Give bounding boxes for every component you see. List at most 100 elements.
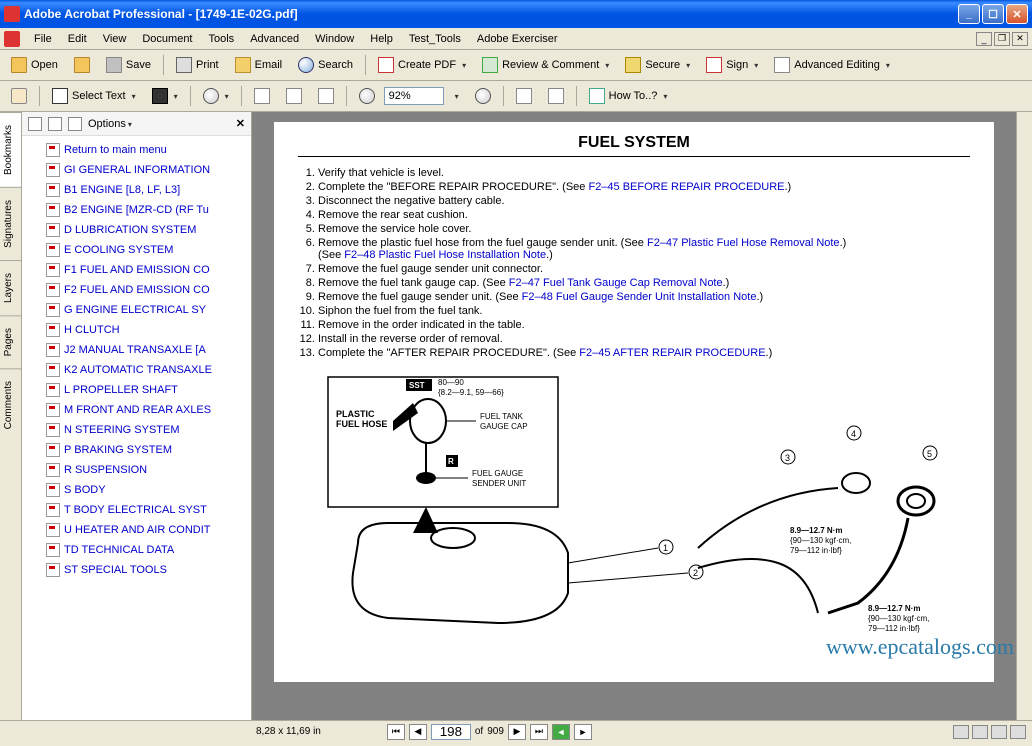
zoom-out-button[interactable] <box>352 84 382 108</box>
menu-tools[interactable]: Tools <box>201 31 243 47</box>
bookmark-item[interactable]: R SUSPENSION <box>22 460 251 480</box>
zoom-in-button[interactable] <box>196 84 236 108</box>
secure-button[interactable]: Secure <box>618 53 697 77</box>
next-page-button[interactable]: ▶ <box>508 724 526 740</box>
bookmark-item[interactable]: D LUBRICATION SYSTEM <box>22 220 251 240</box>
snapshot-button[interactable] <box>145 84 185 108</box>
select-text-button[interactable]: Select Text <box>45 84 143 108</box>
cross-reference-link[interactable]: F2–48 Plastic Fuel Hose Installation Not… <box>344 249 546 261</box>
side-tab-comments[interactable]: Comments <box>0 368 21 441</box>
continuous-facing-button[interactable] <box>1010 725 1026 739</box>
menu-advanced[interactable]: Advanced <box>242 31 307 47</box>
page-number-field[interactable] <box>431 724 471 740</box>
bookmark-label: B2 ENGINE [MZR-CD (RF Tu <box>64 204 209 216</box>
trash-icon[interactable] <box>28 117 42 131</box>
cross-reference-link[interactable]: F2–47 Fuel Tank Gauge Cap Removal Note <box>509 277 723 289</box>
bookmark-item[interactable]: F1 FUEL AND EMISSION CO <box>22 260 251 280</box>
bookmark-item[interactable]: G ENGINE ELECTRICAL SY <box>22 300 251 320</box>
zoom-in2-button[interactable] <box>468 84 498 108</box>
print-button[interactable]: Print <box>169 53 226 77</box>
cross-reference-link[interactable]: F2–45 AFTER REPAIR PROCEDURE <box>579 347 765 359</box>
bookmark-label: J2 MANUAL TRANSAXLE [A <box>64 344 206 356</box>
bookmark-item[interactable]: B2 ENGINE [MZR-CD (RF Tu <box>22 200 251 220</box>
menu-file[interactable]: File <box>26 31 60 47</box>
open-button[interactable]: Open <box>4 53 65 77</box>
pdf-bookmark-icon <box>46 163 60 177</box>
single-page-button[interactable] <box>953 725 969 739</box>
cross-reference-link[interactable]: F2–45 BEFORE REPAIR PROCEDURE <box>588 181 784 193</box>
side-tab-bookmarks[interactable]: Bookmarks <box>0 112 21 187</box>
advanced-editing-button[interactable]: Advanced Editing <box>767 53 897 77</box>
maximize-button[interactable]: ☐ <box>982 4 1004 24</box>
actual-size-button[interactable] <box>247 84 277 108</box>
doc-restore-button[interactable]: ❐ <box>994 32 1010 46</box>
side-tab-signatures[interactable]: Signatures <box>0 187 21 260</box>
zoom-dropdown[interactable] <box>446 88 466 105</box>
bookmark-item[interactable]: ST SPECIAL TOOLS <box>22 560 251 580</box>
rotate-ccw-button[interactable] <box>509 84 539 108</box>
bookmark-item[interactable]: TD TECHNICAL DATA <box>22 540 251 560</box>
bookmark-item[interactable]: S BODY <box>22 480 251 500</box>
bookmarks-close-button[interactable]: ✕ <box>236 117 245 130</box>
facing-button[interactable] <box>991 725 1007 739</box>
forward-view-button[interactable]: ► <box>574 724 592 740</box>
back-view-button[interactable]: ◄ <box>552 724 570 740</box>
bookmarks-options-button[interactable]: Options <box>88 118 132 130</box>
bookmark-item[interactable]: K2 AUTOMATIC TRANSAXLE <box>22 360 251 380</box>
bookmark-item[interactable]: B1 ENGINE [L8, LF, L3] <box>22 180 251 200</box>
review-comment-button[interactable]: Review & Comment <box>475 53 616 77</box>
cross-reference-link[interactable]: F2–48 Fuel Gauge Sender Unit Installatio… <box>522 291 757 303</box>
document-scroll[interactable]: FUEL SYSTEM Verify that vehicle is level… <box>252 112 1016 720</box>
pdf-bookmark-icon <box>46 303 60 317</box>
menu-adobeexerciser[interactable]: Adobe Exerciser <box>469 31 566 47</box>
sign-button[interactable]: Sign <box>699 53 765 77</box>
menu-help[interactable]: Help <box>362 31 401 47</box>
close-button[interactable]: ✕ <box>1006 4 1028 24</box>
zoom-field[interactable] <box>384 87 444 105</box>
bookmark-item[interactable]: F2 FUEL AND EMISSION CO <box>22 280 251 300</box>
save-button[interactable]: Save <box>99 53 158 77</box>
bookmark-item[interactable]: Return to main menu <box>22 140 251 160</box>
bookmark-item[interactable]: H CLUTCH <box>22 320 251 340</box>
rotate-cw-button[interactable] <box>541 84 571 108</box>
doc-minimize-button[interactable]: _ <box>976 32 992 46</box>
bookmark-item[interactable]: P BRAKING SYSTEM <box>22 440 251 460</box>
expand-icon[interactable] <box>68 117 82 131</box>
bookmark-item[interactable]: E COOLING SYSTEM <box>22 240 251 260</box>
continuous-button[interactable] <box>972 725 988 739</box>
new-bookmark-icon[interactable] <box>48 117 62 131</box>
fit-width-button[interactable] <box>311 84 341 108</box>
menu-edit[interactable]: Edit <box>60 31 95 47</box>
bookmark-item[interactable]: T BODY ELECTRICAL SYST <box>22 500 251 520</box>
bookmark-item[interactable]: L PROPELLER SHAFT <box>22 380 251 400</box>
side-tab-layers[interactable]: Layers <box>0 260 21 315</box>
hand-tool-button[interactable] <box>4 84 34 108</box>
menu-document[interactable]: Document <box>134 31 200 47</box>
create-pdf-button[interactable]: Create PDF <box>371 53 473 77</box>
how-to-button[interactable]: How To..? <box>582 84 675 108</box>
email-button[interactable]: Email <box>228 53 290 77</box>
bookmark-label: B1 ENGINE [L8, LF, L3] <box>64 184 180 196</box>
menu-testtools[interactable]: Test_Tools <box>401 31 469 47</box>
vertical-scrollbar[interactable] <box>1016 112 1032 720</box>
bookmark-item[interactable]: J2 MANUAL TRANSAXLE [A <box>22 340 251 360</box>
prev-page-button[interactable]: ◀ <box>409 724 427 740</box>
fit-page-button[interactable] <box>279 84 309 108</box>
first-page-button[interactable]: ⏮ <box>387 724 405 740</box>
bookmark-item[interactable]: U HEATER AND AIR CONDIT <box>22 520 251 540</box>
menu-window[interactable]: Window <box>307 31 362 47</box>
bookmark-item[interactable]: N STEERING SYSTEM <box>22 420 251 440</box>
bookmark-item[interactable]: M FRONT AND REAR AXLES <box>22 400 251 420</box>
pdf-bookmark-icon <box>46 443 60 457</box>
last-page-button[interactable]: ⏭ <box>530 724 548 740</box>
cross-reference-link[interactable]: F2–47 Plastic Fuel Hose Removal Note <box>647 237 840 249</box>
open-recent-button[interactable] <box>67 53 97 77</box>
side-tab-pages[interactable]: Pages <box>0 315 21 368</box>
bookmark-item[interactable]: GI GENERAL INFORMATION <box>22 160 251 180</box>
minimize-button[interactable]: _ <box>958 4 980 24</box>
rotate-right-icon <box>548 88 564 104</box>
svg-text:79—112 in·lbf}: 79—112 in·lbf} <box>868 624 920 633</box>
doc-close-button[interactable]: ✕ <box>1012 32 1028 46</box>
menu-view[interactable]: View <box>95 31 135 47</box>
search-button[interactable]: Search <box>291 53 360 77</box>
